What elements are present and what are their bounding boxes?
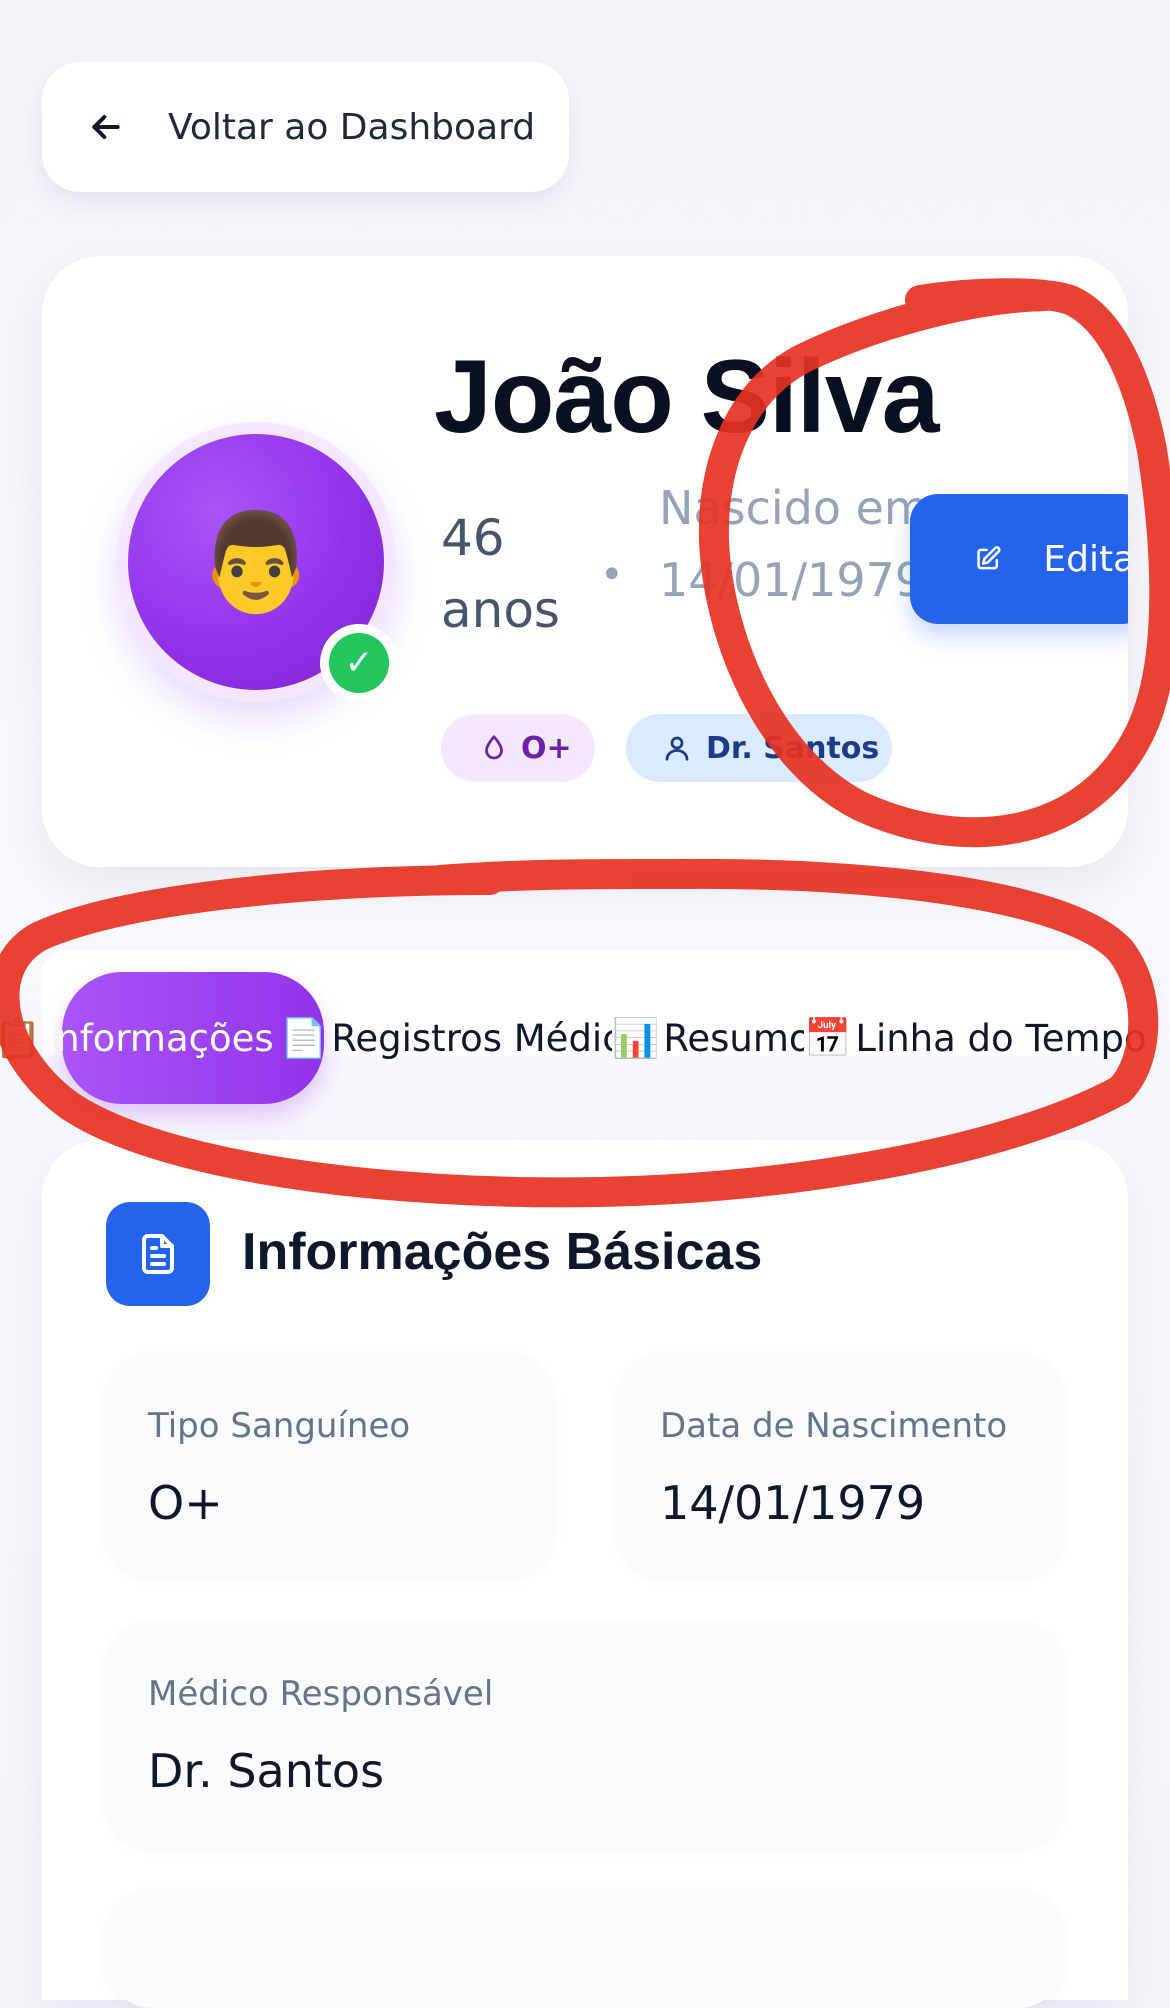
document-icon: 📄 bbox=[280, 1015, 328, 1060]
field-value: Dr. Santos bbox=[148, 1744, 385, 1798]
field-label: Tipo Sanguíneo bbox=[148, 1406, 411, 1446]
edit-icon bbox=[977, 546, 1001, 570]
doctor-badge-text: Dr. Santos bbox=[706, 730, 880, 766]
clipboard-icon: 📋 bbox=[0, 1015, 42, 1060]
tab-resumo[interactable]: 📊 Resumo bbox=[612, 1016, 804, 1061]
doctor-badge: Dr. Santos bbox=[626, 714, 892, 782]
blood-type-badge-text: O+ bbox=[521, 730, 572, 766]
bar-chart-icon: 📊 bbox=[612, 1015, 660, 1060]
tabs-row: 📋 Informações Pessoais 📄 Registros Médic… bbox=[0, 1010, 1147, 1066]
field-value: 14/01/1979 bbox=[660, 1476, 926, 1530]
field-value: O+ bbox=[148, 1476, 223, 1530]
tab-label: Informações Pessoais bbox=[45, 1016, 280, 1060]
blood-type-badge: O+ bbox=[441, 714, 595, 782]
responsible-doctor-field: Médico Responsável Dr. Santos bbox=[106, 1620, 1064, 1846]
tab-label: Resumo bbox=[663, 1016, 804, 1060]
tab-label: Linha do Tempo bbox=[855, 1016, 1147, 1060]
field-label: Data de Nascimento bbox=[660, 1406, 1008, 1446]
patient-name: João Silva bbox=[434, 339, 939, 455]
calendar-icon: 📅 bbox=[804, 1015, 852, 1060]
droplet-icon bbox=[485, 735, 503, 760]
edit-button[interactable]: Editar bbox=[910, 494, 1128, 624]
tab-registros-medicos[interactable]: 📄 Registros Médicos bbox=[280, 1016, 612, 1061]
tab-informacoes-pessoais[interactable]: 📋 Informações Pessoais bbox=[0, 1016, 280, 1061]
tab-linha-do-tempo[interactable]: 📅 Linha do Tempo bbox=[804, 1016, 1147, 1061]
back-button-label: Voltar ao Dashboard bbox=[168, 106, 536, 148]
verified-check-icon: ✓ bbox=[320, 624, 398, 702]
separator-dot: • bbox=[600, 552, 624, 598]
tab-label: Registros Médicos bbox=[331, 1016, 612, 1060]
section-title: Informações Básicas bbox=[242, 1223, 763, 1281]
back-to-dashboard-button[interactable]: Voltar ao Dashboard bbox=[42, 62, 569, 192]
patient-profile-card: 👨 ✓ João Silva 46 anos • Nascido em 14/0… bbox=[42, 256, 1128, 867]
arrow-left-icon bbox=[92, 115, 120, 139]
edit-button-label: Editar bbox=[1043, 538, 1128, 580]
document-icon bbox=[106, 1202, 210, 1306]
user-icon bbox=[665, 736, 689, 761]
blood-type-field: Tipo Sanguíneo O+ bbox=[106, 1352, 554, 1576]
birth-date-field: Data de Nascimento 14/01/1979 bbox=[618, 1352, 1064, 1576]
field-label: Médico Responsável bbox=[148, 1674, 494, 1714]
patient-age: 46 anos bbox=[441, 509, 560, 639]
next-field bbox=[106, 1888, 1064, 2008]
